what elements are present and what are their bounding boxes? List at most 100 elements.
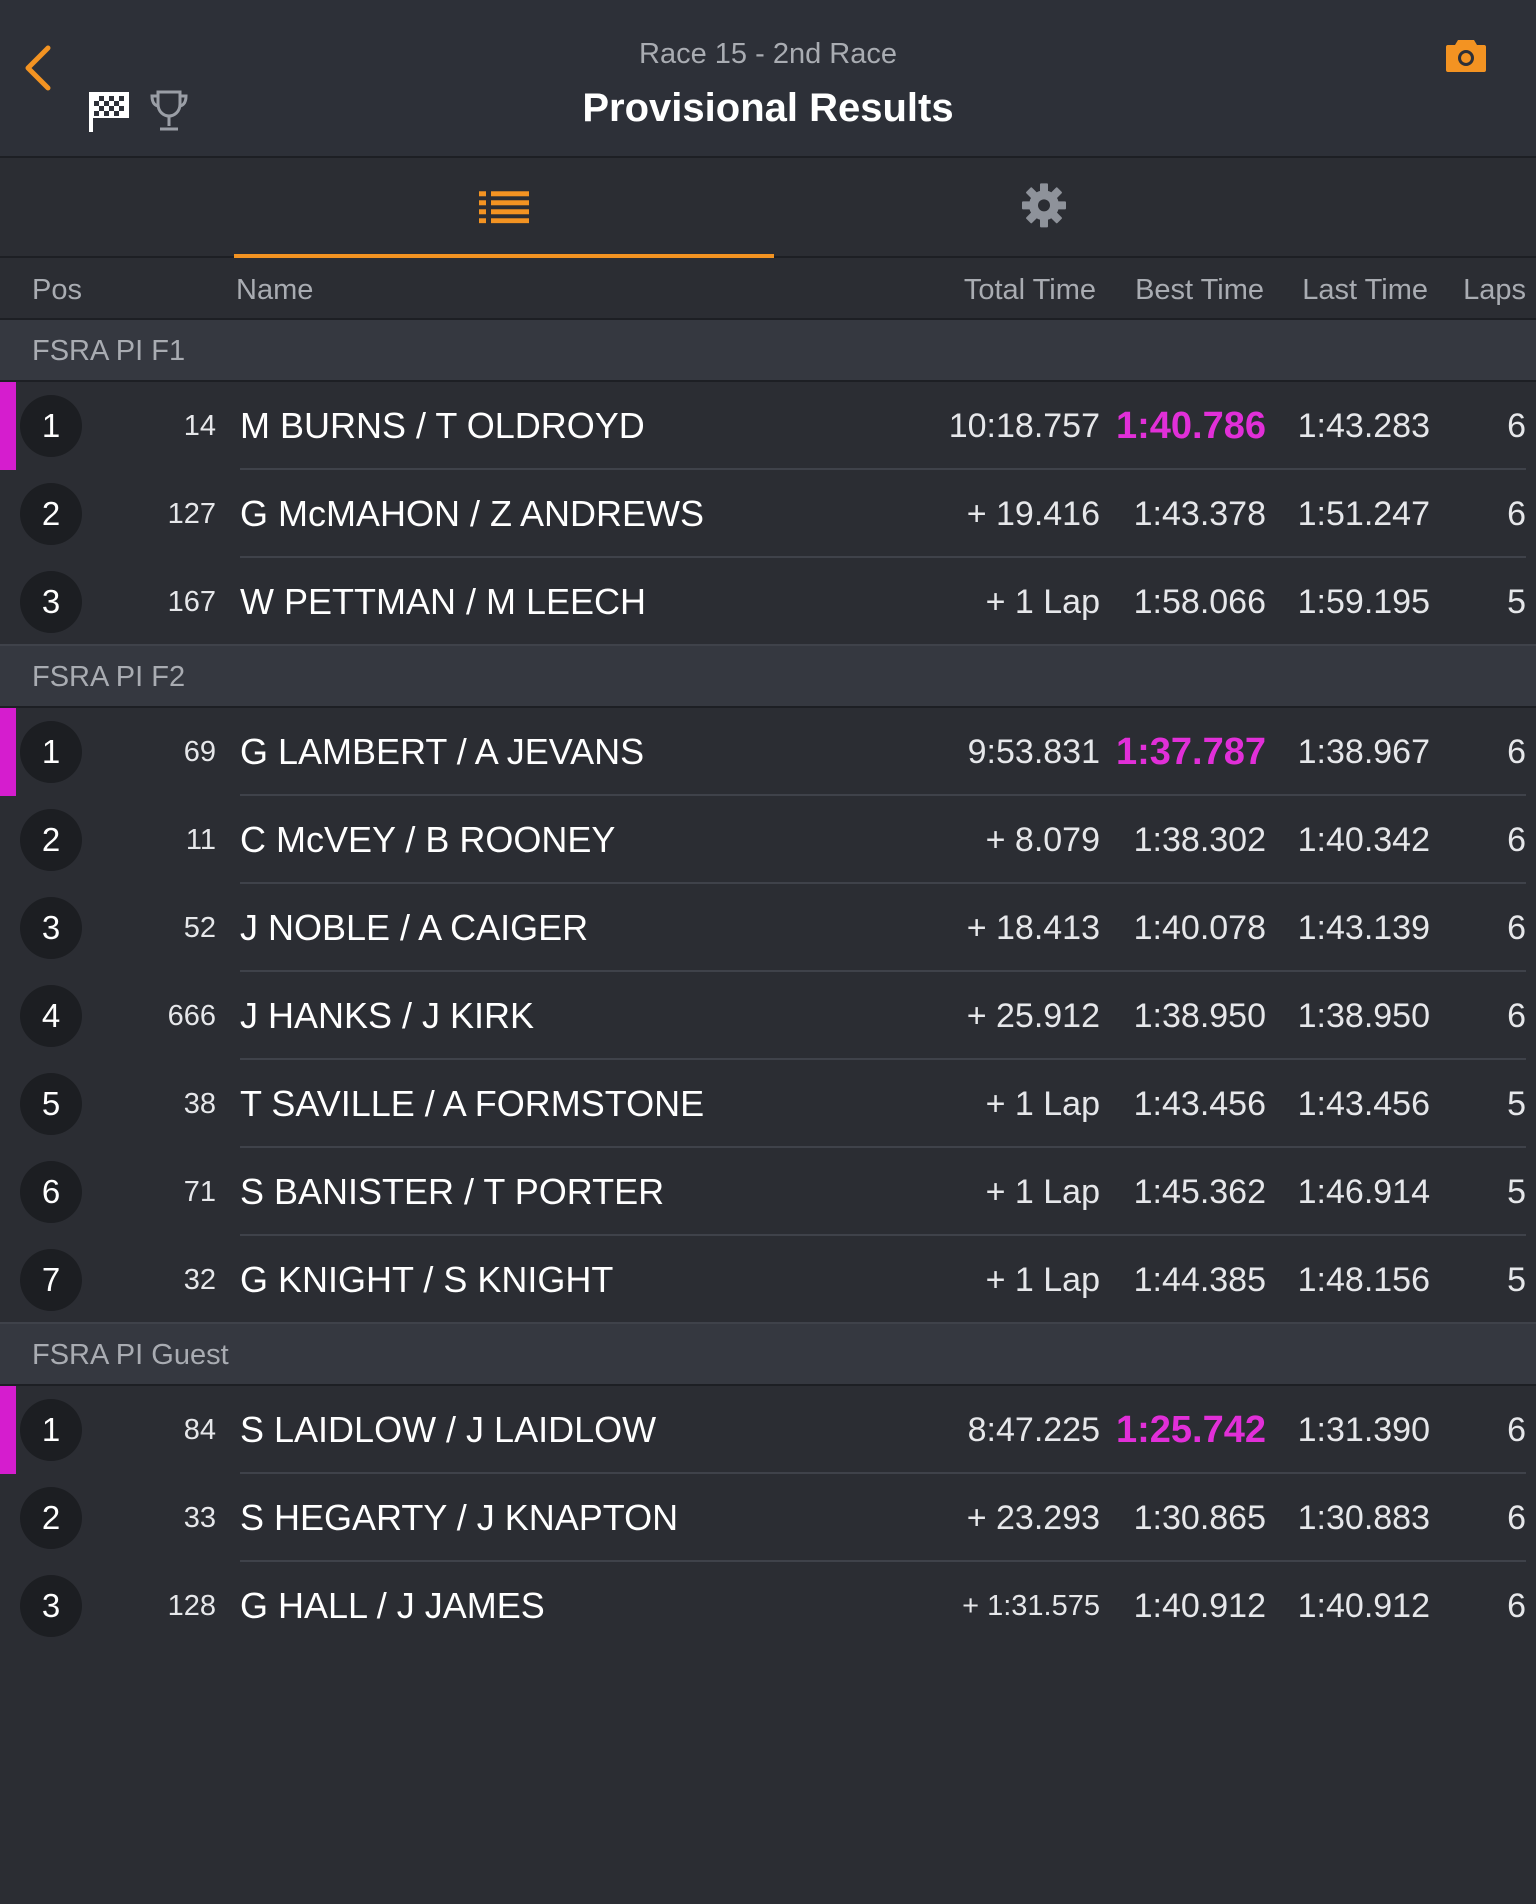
table-row[interactable]: 7 32 G KNIGHT / S KNIGHT + 1 Lap 1:44.385 1:4… (0, 1236, 1536, 1324)
total-time: + 1:31.575 (962, 1590, 1100, 1622)
car-number: 32 (183, 1264, 216, 1296)
position-badge: 3 (20, 1575, 82, 1637)
position-badge: 6 (20, 1161, 82, 1223)
table-row[interactable]: 2 11 C McVEY / B ROONEY + 8.079 1:38.302 1:40… (0, 796, 1536, 884)
laps-count: 5 (1507, 1173, 1526, 1211)
table-row[interactable]: 4 666 J HANKS / J KIRK + 25.912 1:38.950 1:38… (0, 972, 1536, 1060)
driver-names: G McMAHON / Z ANDREWS (240, 493, 705, 534)
driver-names: S HEGARTY / J KNAPTON (240, 1497, 679, 1538)
position-badge: 7 (20, 1249, 82, 1311)
total-time: 10:18.757 (948, 407, 1100, 445)
car-number: 38 (183, 1088, 216, 1120)
best-time: 1:38.302 (1133, 821, 1266, 859)
position-badge: 5 (20, 1073, 82, 1135)
position-badge: 2 (20, 809, 82, 871)
total-time: + 8.079 (985, 821, 1100, 859)
car-number: 52 (183, 912, 216, 944)
empty-area (0, 1644, 1536, 1904)
driver-names: M BURNS / T OLDROYD (240, 405, 645, 446)
driver-names: S LAIDLOW / J LAIDLOW (240, 1409, 657, 1450)
total-time: + 25.912 (966, 997, 1100, 1035)
best-time: 1:25.742 (1115, 1409, 1266, 1451)
best-time: 1:45.362 (1133, 1173, 1266, 1211)
total-time: + 1 Lap (985, 1085, 1100, 1123)
last-time: 1:43.283 (1297, 407, 1430, 445)
last-time: 1:59.195 (1297, 583, 1430, 621)
best-time: 1:43.378 (1133, 495, 1266, 533)
race-subtitle: Race 15 - 2nd Race (639, 38, 897, 70)
position-badge: 2 (20, 1487, 82, 1549)
last-time: 1:43.139 (1297, 909, 1430, 947)
last-time: 1:51.247 (1297, 495, 1430, 533)
table-row[interactable]: 3 52 J NOBLE / A CAIGER + 18.413 1:40.078 1:4… (0, 884, 1536, 972)
best-time: 1:43.456 (1133, 1085, 1266, 1123)
gear-icon (1022, 183, 1066, 228)
table-row[interactable]: 3 128 G HALL / J JAMES + 1:31.575 1:40.912 1:… (0, 1562, 1536, 1650)
position-badge: 2 (20, 483, 82, 545)
driver-names: T SAVILLE / A FORMSTONE (240, 1083, 705, 1124)
position-badge: 3 (20, 897, 82, 959)
last-time: 1:38.967 (1297, 733, 1430, 771)
car-number: 84 (183, 1414, 216, 1446)
tab-results-list[interactable] (234, 160, 774, 258)
last-time: 1:38.950 (1297, 997, 1430, 1035)
laps-count: 5 (1507, 583, 1526, 621)
laps-count: 6 (1507, 407, 1526, 445)
last-time: 1:40.912 (1297, 1587, 1430, 1625)
page-title: Provisional Results (582, 86, 954, 130)
group-header: FSRA PI Guest (0, 1324, 1536, 1386)
tab-settings[interactable] (774, 160, 1314, 258)
class-leader-marker (0, 1386, 16, 1474)
last-time: 1:30.883 (1297, 1499, 1430, 1537)
total-time: 8:47.225 (967, 1411, 1100, 1449)
car-number: 127 (167, 498, 216, 530)
results-list: FSRA PI F1 1 14 M BURNS / T OLDROYD 10:18.75… (0, 320, 1536, 1650)
list-icon (479, 191, 529, 224)
best-time: 1:30.865 (1133, 1499, 1266, 1537)
best-time: 1:37.787 (1115, 731, 1266, 773)
last-time: 1:46.914 (1297, 1173, 1430, 1211)
table-row[interactable]: 2 127 G McMAHON / Z ANDREWS + 19.416 1:43.37… (0, 470, 1536, 558)
total-time: 9:53.831 (967, 733, 1100, 771)
car-number: 11 (185, 824, 216, 856)
col-laps: Laps (1463, 274, 1526, 306)
col-total-time: Total Time (963, 274, 1096, 306)
best-time: 1:40.912 (1133, 1587, 1266, 1625)
column-headers: Pos Name Total Time Best Time Last Time … (0, 260, 1536, 320)
group-header: FSRA PI F2 (0, 646, 1536, 708)
car-number: 167 (167, 586, 216, 618)
driver-names: G HALL / J JAMES (240, 1585, 545, 1626)
driver-names: J HANKS / J KIRK (240, 995, 535, 1036)
table-row[interactable]: 1 14 M BURNS / T OLDROYD 10:18.757 1:40.786 1… (0, 382, 1536, 470)
laps-count: 6 (1507, 997, 1526, 1035)
driver-names: G KNIGHT / S KNIGHT (240, 1259, 614, 1300)
total-time: + 1 Lap (985, 1173, 1100, 1211)
camera-button[interactable] (1444, 36, 1488, 74)
total-time: + 1 Lap (985, 583, 1100, 621)
app-header: Race 15 - 2nd Race Provisional Results (0, 0, 1536, 158)
table-row[interactable]: 1 84 S LAIDLOW / J LAIDLOW 8:47.225 1:25.742… (0, 1386, 1536, 1474)
total-time: + 23.293 (966, 1499, 1100, 1537)
position-badge: 4 (20, 985, 82, 1047)
col-best-time: Best Time (1135, 274, 1264, 306)
table-row[interactable]: 6 71 S BANISTER / T PORTER + 1 Lap 1:45.362 1… (0, 1148, 1536, 1236)
col-pos: Pos (32, 274, 82, 306)
driver-names: J NOBLE / A CAIGER (240, 907, 589, 948)
best-time: 1:44.385 (1133, 1261, 1266, 1299)
position-badge: 1 (20, 721, 82, 783)
laps-count: 6 (1507, 1499, 1526, 1537)
car-number: 128 (167, 1590, 216, 1622)
table-row[interactable]: 5 38 T SAVILLE / A FORMSTONE + 1 Lap 1:43.45… (0, 1060, 1536, 1148)
position-badge: 1 (20, 395, 82, 457)
table-row[interactable]: 1 69 G LAMBERT / A JEVANS 9:53.831 1:37.787 1… (0, 708, 1536, 796)
total-time: + 1 Lap (985, 1261, 1100, 1299)
laps-count: 5 (1507, 1261, 1526, 1299)
table-row[interactable]: 3 167 W PETTMAN / M LEECH + 1 Lap 1:58.066 1:… (0, 558, 1536, 646)
last-time: 1:48.156 (1297, 1261, 1430, 1299)
driver-names: S BANISTER / T PORTER (240, 1171, 665, 1212)
last-time: 1:43.456 (1297, 1085, 1430, 1123)
col-last-time: Last Time (1302, 274, 1428, 306)
car-number: 666 (167, 1000, 216, 1032)
table-row[interactable]: 2 33 S HEGARTY / J KNAPTON + 23.293 1:30.865… (0, 1474, 1536, 1562)
best-time: 1:40.786 (1115, 405, 1266, 447)
